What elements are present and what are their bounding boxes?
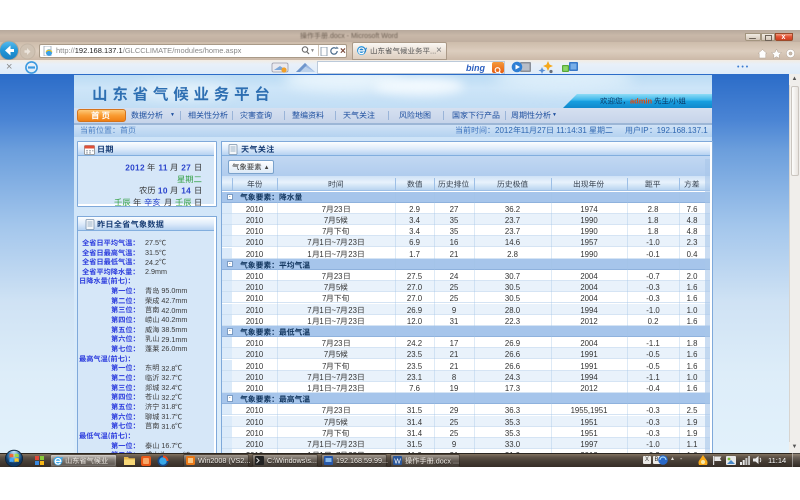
svg-text:W: W	[394, 459, 401, 466]
